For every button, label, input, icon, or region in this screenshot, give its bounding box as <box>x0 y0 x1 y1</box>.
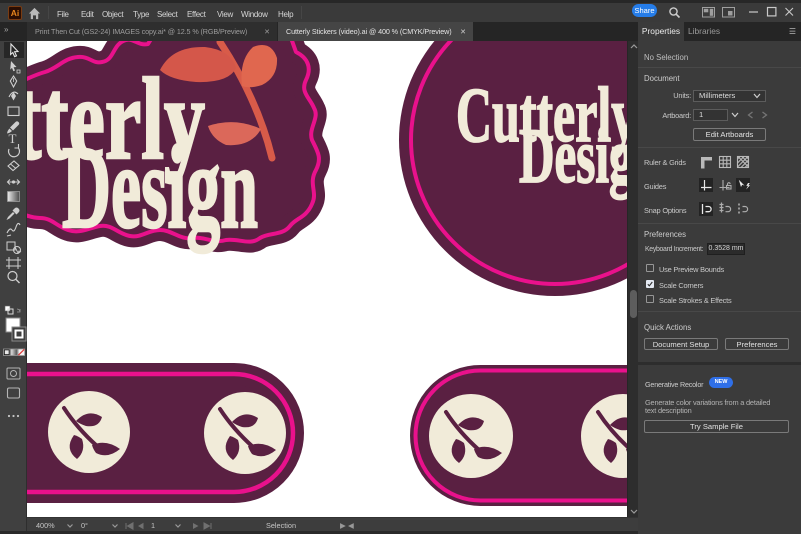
svg-text:Design: Design <box>62 121 258 252</box>
svg-text:T: T <box>9 131 17 146</box>
svg-text:Design: Design <box>519 114 627 200</box>
